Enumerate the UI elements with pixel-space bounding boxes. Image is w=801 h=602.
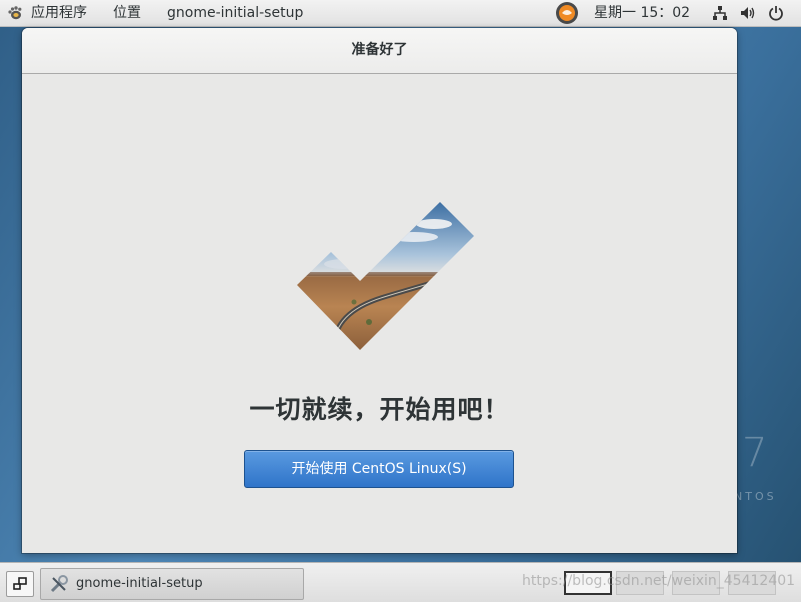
window-title: 准备好了 xyxy=(351,42,408,58)
start-using-button[interactable]: 开始使用 CentOS Linux(S) xyxy=(244,450,514,488)
taskbar-item[interactable]: gnome-initial-setup xyxy=(40,568,304,600)
window-titlebar[interactable]: 准备好了 xyxy=(22,28,737,74)
checkmark-image xyxy=(297,202,474,350)
show-desktop-icon xyxy=(13,577,27,590)
watermark: https://blog.csdn.net/weixin_45412401 xyxy=(522,573,796,589)
gnome-foot-icon xyxy=(8,6,22,20)
centos-brand-word: NTOS xyxy=(734,490,777,503)
network-icon[interactable] xyxy=(712,5,728,21)
bottom-bar: gnome-initial-setup https://blog.csdn.ne… xyxy=(0,562,801,602)
tools-icon xyxy=(50,575,68,593)
centos-brand-number: 7 xyxy=(742,430,768,476)
setup-window: 准备好了 一切就续，开始用吧！ 开始使用 CentOS Linux(S) xyxy=(22,28,737,553)
places-menu[interactable]: 位置 xyxy=(113,0,141,26)
volume-icon[interactable] xyxy=(740,5,756,21)
applications-menu[interactable]: 应用程序 xyxy=(0,0,100,26)
top-bar: 应用程序 位置 gnome-initial-setup 星期一 15：02 xyxy=(0,0,801,27)
active-app-menu[interactable]: gnome-initial-setup xyxy=(167,0,303,26)
applications-label: 应用程序 xyxy=(31,5,87,21)
power-icon[interactable] xyxy=(768,5,784,21)
notification-icon[interactable] xyxy=(555,1,579,25)
show-desktop-button[interactable] xyxy=(6,571,34,597)
ready-heading: 一切就续，开始用吧！ xyxy=(249,395,510,424)
clock[interactable]: 星期一 15：02 xyxy=(594,0,690,26)
taskbar-item-label: gnome-initial-setup xyxy=(76,576,203,591)
